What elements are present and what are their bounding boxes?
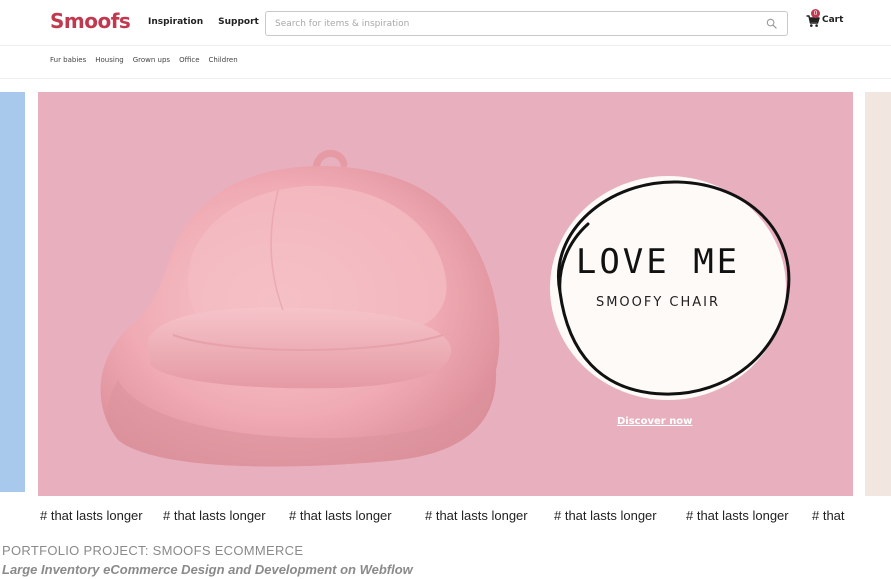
discover-now-link[interactable]: Discover now (617, 416, 692, 427)
marquee-item: # that lasts longer (289, 508, 392, 523)
category-nav: Fur babies Housing Grown ups Office Chil… (50, 56, 238, 64)
logo[interactable]: Smoofs (50, 9, 131, 33)
marquee-item: # that lasts longer (425, 508, 528, 523)
cart-icon: 0 (806, 9, 820, 27)
previous-slide-peek[interactable] (0, 92, 25, 492)
bean-bag-chair-image (100, 150, 500, 467)
category-fur-babies[interactable]: Fur babies (50, 56, 86, 64)
divider (0, 78, 891, 79)
marquee-item: # that lasts longer (40, 508, 143, 523)
category-children[interactable]: Children (209, 56, 238, 64)
hero-banner: LOVE ME SMOOFY CHAIR Discover now (38, 92, 853, 496)
cart-button[interactable]: 0 Cart (806, 9, 844, 27)
marquee-item: # that (812, 508, 845, 523)
cart-count-badge: 0 (811, 9, 820, 18)
hero-subtitle: SMOOFY CHAIR (595, 295, 721, 310)
category-office[interactable]: Office (179, 56, 199, 64)
hero-title: LOVE ME (575, 242, 741, 282)
category-housing[interactable]: Housing (95, 56, 123, 64)
nav-support[interactable]: Support (218, 17, 259, 27)
project-description: Large Inventory eCommerce Design and Dev… (2, 562, 413, 577)
marquee-item: # that lasts longer (554, 508, 657, 523)
search-icon[interactable] (766, 18, 777, 29)
sketch-circle-badge (550, 176, 791, 400)
next-slide-peek[interactable] (865, 92, 891, 496)
search-box (265, 11, 788, 36)
cart-label: Cart (822, 15, 844, 25)
main-nav: Inspiration Support (148, 17, 259, 27)
category-grown-ups[interactable]: Grown ups (133, 56, 170, 64)
marquee-item: # that lasts longer (686, 508, 789, 523)
site-header: Smoofs Inspiration Support 0 Cart (0, 0, 891, 46)
project-caption: PORTFOLIO PROJECT: SMOOFS ECOMMERCE (2, 543, 304, 558)
search-input[interactable] (266, 12, 756, 35)
nav-inspiration[interactable]: Inspiration (148, 17, 203, 27)
tagline-marquee: # that lasts longer # that lasts longer … (0, 508, 891, 526)
marquee-item: # that lasts longer (163, 508, 266, 523)
